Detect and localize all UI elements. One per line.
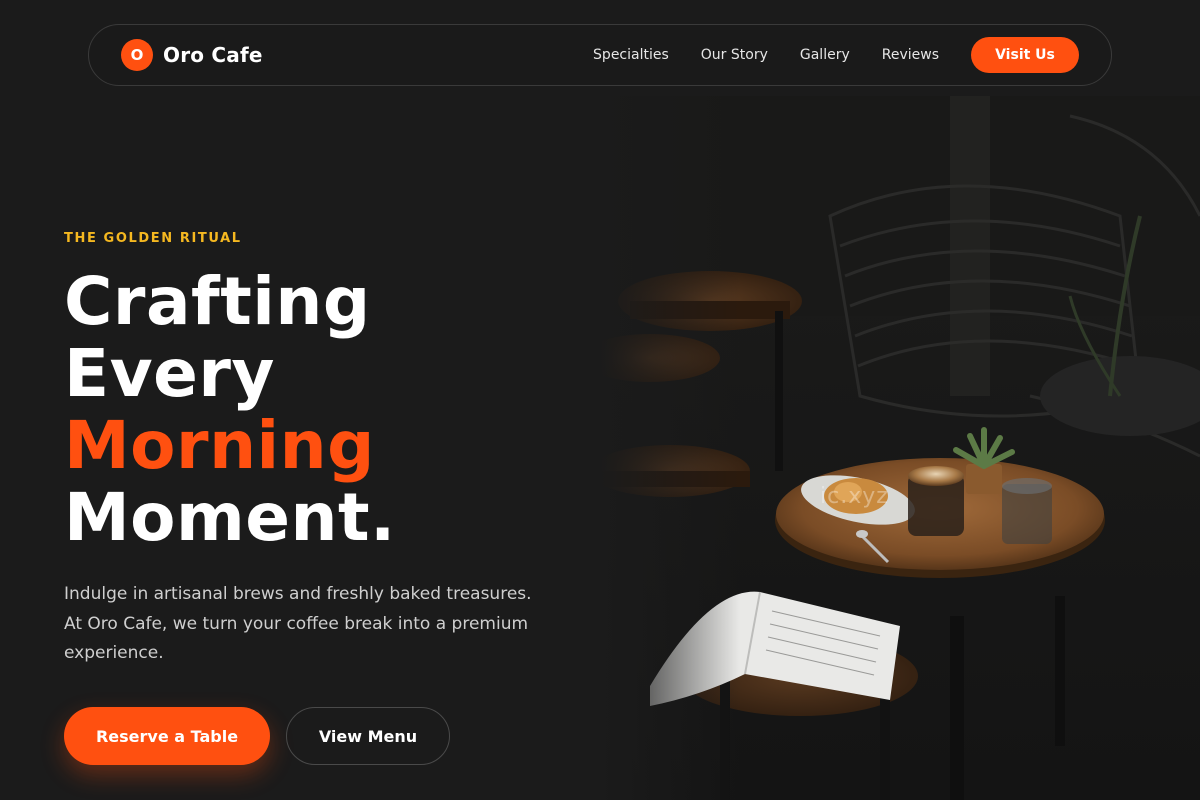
headline-accent-word: Morning	[64, 407, 375, 484]
visit-us-button[interactable]: Visit Us	[971, 37, 1079, 73]
hero-image	[600, 96, 1200, 800]
image-watermark: ic.xyz	[820, 484, 889, 509]
cafe-scene-illustration	[600, 96, 1200, 800]
nav-links: Specialties Our Story Gallery Reviews	[593, 47, 939, 63]
navbar: O Oro Cafe Specialties Our Story Gallery…	[88, 24, 1112, 86]
headline-line-2: Every	[64, 335, 275, 412]
landing-page: ic.xyz O Oro Cafe Specialties Our Story …	[0, 0, 1200, 800]
headline-line-1: Crafting	[64, 263, 371, 340]
nav-link-reviews[interactable]: Reviews	[882, 47, 939, 63]
view-menu-button[interactable]: View Menu	[286, 707, 450, 765]
nav-link-specialties[interactable]: Specialties	[593, 47, 669, 63]
nav-link-our-story[interactable]: Our Story	[701, 47, 768, 63]
hero-description: Indulge in artisanal brews and freshly b…	[64, 584, 532, 663]
logo-icon: O	[121, 39, 153, 71]
reserve-table-button[interactable]: Reserve a Table	[64, 707, 270, 765]
hero-eyebrow: THE GOLDEN RITUAL	[64, 231, 242, 246]
brand-name: Oro Cafe	[163, 43, 263, 67]
brand[interactable]: O Oro Cafe	[121, 39, 263, 71]
nav-link-gallery[interactable]: Gallery	[800, 47, 850, 63]
hero-headline: Crafting Every Morning Moment.	[64, 266, 396, 554]
headline-line-4: Moment.	[64, 479, 396, 556]
